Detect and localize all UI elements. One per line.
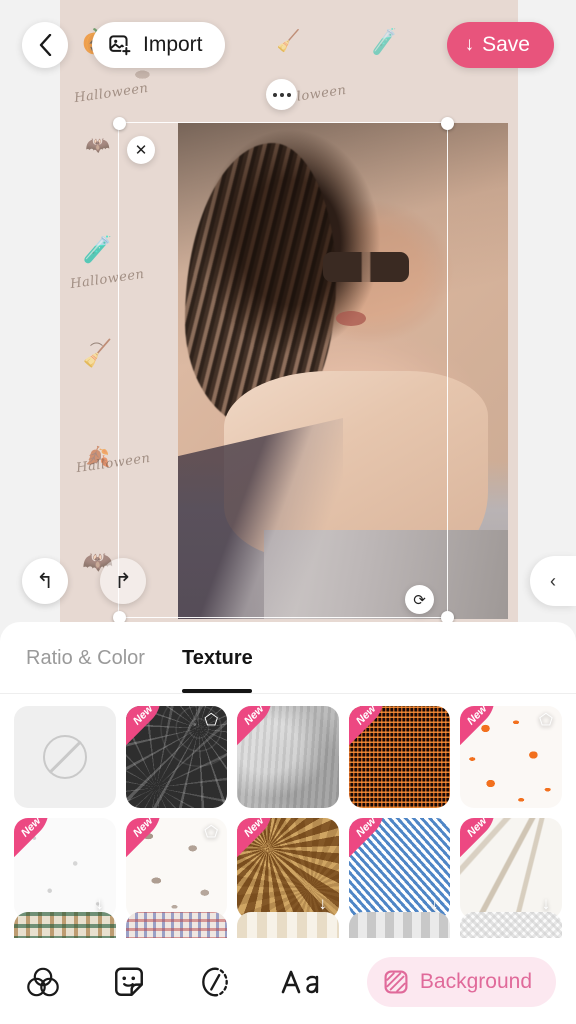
texture-item-spiderweb[interactable]: New ⬠ bbox=[125, 706, 228, 808]
new-ribbon-label: New bbox=[242, 706, 267, 728]
new-ribbon-label: New bbox=[353, 817, 379, 840]
undo-arrow-icon[interactable]: ↰ bbox=[22, 558, 68, 604]
panel-collapse-chevron-left-icon[interactable]: ‹ bbox=[530, 556, 576, 606]
texture-item-led-grid[interactable]: New bbox=[348, 706, 451, 808]
active-tab-indicator bbox=[182, 689, 252, 693]
new-ribbon-label: New bbox=[465, 706, 490, 728]
premium-gem-icon: ⬠ bbox=[539, 712, 553, 729]
import-label: Import bbox=[143, 33, 203, 56]
chevron-left-icon bbox=[39, 34, 51, 56]
save-button[interactable]: ↓ Save bbox=[446, 22, 554, 68]
top-bar: Import ↓ Save bbox=[0, 0, 576, 90]
texture-item-dotted-icons[interactable]: New ↓ bbox=[14, 817, 116, 920]
bottom-toolbar: Background bbox=[0, 940, 576, 1024]
texture-item-brown-leather[interactable]: New ↓ bbox=[237, 817, 339, 920]
download-icon[interactable]: ↓ bbox=[536, 894, 556, 914]
texture-grid-next-row[interactable] bbox=[14, 912, 562, 938]
new-ribbon: New bbox=[237, 817, 285, 857]
download-icon[interactable]: ↓ bbox=[90, 894, 110, 914]
tool-sticker[interactable] bbox=[86, 940, 172, 1024]
texture-item-red-blue-plaid[interactable] bbox=[125, 912, 228, 938]
tab-texture[interactable]: Texture bbox=[182, 622, 253, 694]
tool-cutout[interactable] bbox=[172, 940, 258, 1024]
texture-item-white-weave[interactable] bbox=[460, 912, 562, 938]
redo-arrow-icon[interactable]: ↱ bbox=[100, 558, 146, 604]
tab-ratio-and-color[interactable]: Ratio & Color bbox=[26, 622, 145, 694]
texture-grid[interactable]: New ⬠ New New New ⬠ New ↓ New ⬠ New ↓ New ↓ New ↓ bbox=[0, 694, 576, 920]
texture-item-none[interactable] bbox=[14, 706, 116, 808]
filter-icon bbox=[27, 967, 59, 997]
sticker-icon bbox=[115, 967, 143, 996]
new-ribbon: New bbox=[14, 817, 61, 857]
photo-image bbox=[178, 123, 508, 619]
no-texture-icon bbox=[42, 734, 87, 779]
tool-background[interactable]: Background bbox=[366, 957, 556, 1007]
texture-item-halloween-toile[interactable]: New ⬠ bbox=[125, 817, 228, 920]
text-icon bbox=[281, 970, 319, 994]
new-ribbon-label: New bbox=[19, 817, 44, 840]
new-ribbon: New bbox=[125, 817, 173, 857]
pattern-glyph: 🧹 bbox=[81, 338, 115, 369]
new-ribbon: New bbox=[348, 706, 396, 745]
texture-item-pumpkin-faces[interactable]: New ⬠ bbox=[460, 706, 562, 808]
photo-layer[interactable] bbox=[178, 123, 508, 619]
tool-text[interactable] bbox=[258, 940, 344, 1024]
close-icon[interactable]: ✕ bbox=[127, 136, 155, 164]
tool-filter[interactable] bbox=[0, 940, 86, 1024]
texture-item-wheat-pampas[interactable]: New ↓ bbox=[460, 817, 562, 920]
new-ribbon-label: New bbox=[242, 817, 267, 840]
photo-lips bbox=[336, 311, 367, 327]
texture-item-green-plaid[interactable] bbox=[14, 912, 116, 938]
background-label: Background bbox=[419, 970, 532, 993]
premium-gem-icon: ⬠ bbox=[204, 712, 219, 729]
download-arrow-icon: ↓ bbox=[464, 34, 475, 55]
new-ribbon: New bbox=[237, 706, 285, 745]
import-button[interactable]: Import bbox=[92, 22, 225, 68]
new-ribbon-label: New bbox=[465, 817, 490, 840]
download-icon[interactable]: ↓ bbox=[313, 894, 333, 914]
back-button[interactable] bbox=[22, 22, 68, 68]
save-label: Save bbox=[482, 33, 530, 56]
editor-area[interactable]: 🎃🐈🧹🧪🍂🦇🎃🐈🧹🍂🧪🦇🎃🐈🍂🧹🎃🧪🐈🦇🍂🎃🧹🐈🧪🦇🎃🍂🐈🧹🎃🧪🐈🦇🍂🧹🎃🐈🧪🍂… bbox=[0, 0, 576, 622]
new-ribbon-label: New bbox=[353, 706, 379, 728]
new-ribbon: New bbox=[460, 817, 508, 857]
new-ribbon: New bbox=[460, 706, 508, 745]
texture-item-gray-stripes[interactable] bbox=[348, 912, 451, 938]
hatched-square-icon bbox=[384, 970, 408, 994]
texture-item-beige-stripes[interactable] bbox=[237, 912, 339, 938]
image-plus-icon bbox=[109, 34, 132, 56]
photo-sunglasses bbox=[323, 251, 409, 282]
download-icon[interactable]: ↓ bbox=[424, 894, 444, 914]
texture-item-blue-denim[interactable]: New ↓ bbox=[348, 817, 451, 920]
sheet-tabs: Ratio & Color Texture bbox=[0, 622, 576, 694]
app-root: 🎃🐈🧹🧪🍂🦇🎃🐈🧹🍂🧪🦇🎃🐈🍂🧹🎃🧪🐈🦇🍂🎃🧹🐈🧪🦇🎃🍂🐈🧹🎃🧪🐈🦇🍂🧹🎃🐈🧪🍂… bbox=[0, 0, 576, 1024]
photo-shadow-overlay bbox=[178, 418, 343, 619]
cutout-icon bbox=[202, 967, 228, 997]
rotate-icon[interactable]: ⟳ bbox=[405, 585, 434, 614]
new-ribbon: New bbox=[125, 706, 173, 745]
new-ribbon: New bbox=[348, 817, 396, 857]
bat-icon: ︵ bbox=[90, 333, 104, 348]
new-ribbon-label: New bbox=[130, 706, 156, 728]
new-ribbon-label: New bbox=[130, 817, 156, 840]
premium-gem-icon: ⬠ bbox=[204, 823, 219, 841]
texture-item-concrete[interactable]: New bbox=[237, 706, 339, 808]
